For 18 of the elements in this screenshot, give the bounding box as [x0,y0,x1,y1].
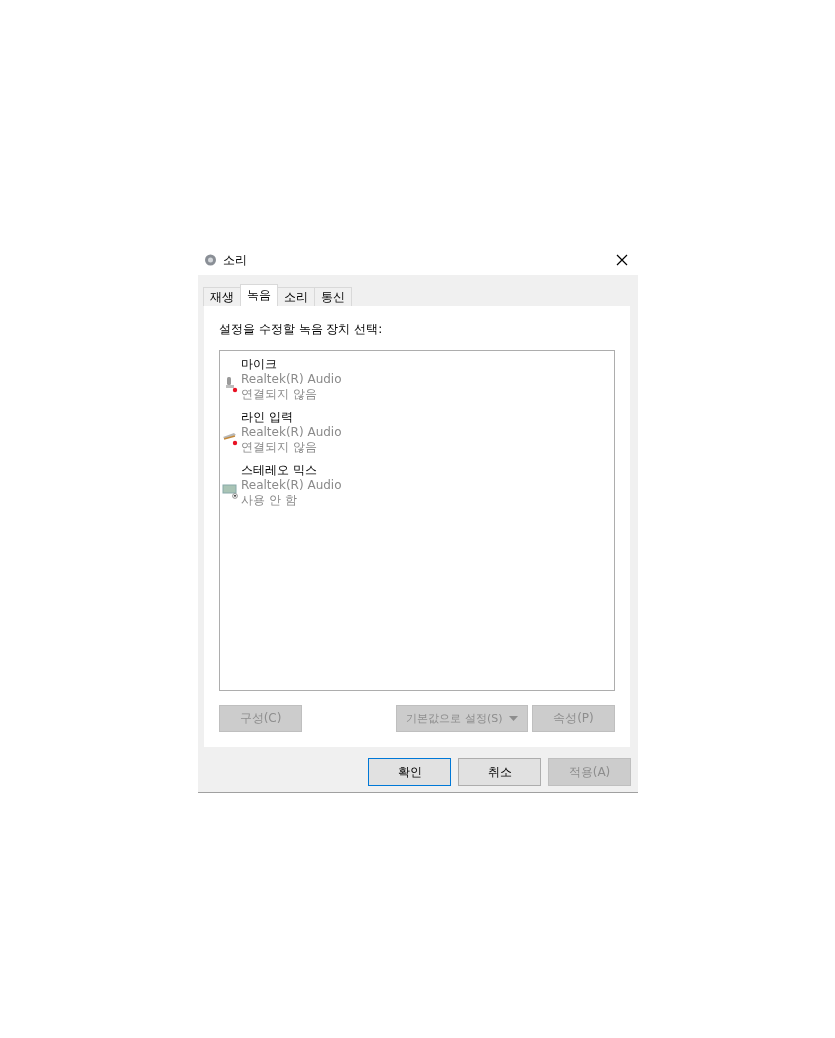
tab[interactable]: 통신 [314,287,352,306]
device-status: 사용 안 함 [241,493,298,508]
close-icon[interactable] [616,254,628,266]
button[interactable]: 확인 [368,758,451,786]
device-name[interactable]: 마이크 [241,357,342,372]
button[interactable]: 취소 [458,758,541,786]
speaker-icon [204,253,217,267]
tab[interactable]: 재생 [203,287,241,306]
window-title: 소리 [223,251,248,269]
tab[interactable]: 녹음 [240,284,278,306]
device-driver: Realtek(R) Audio [241,425,342,440]
device-status: 연결되지 않음 [241,440,318,455]
device-driver: Realtek(R) Audio [241,478,342,493]
tab[interactable]: 소리 [277,287,315,306]
device-status: 연결되지 않음 [241,387,318,402]
device-driver: Realtek(R) Audio [241,372,342,387]
instruction-text: 설정을 수정할 녹음 장치 선택: [219,321,384,338]
device-name[interactable]: 라인 입력 [241,410,342,425]
